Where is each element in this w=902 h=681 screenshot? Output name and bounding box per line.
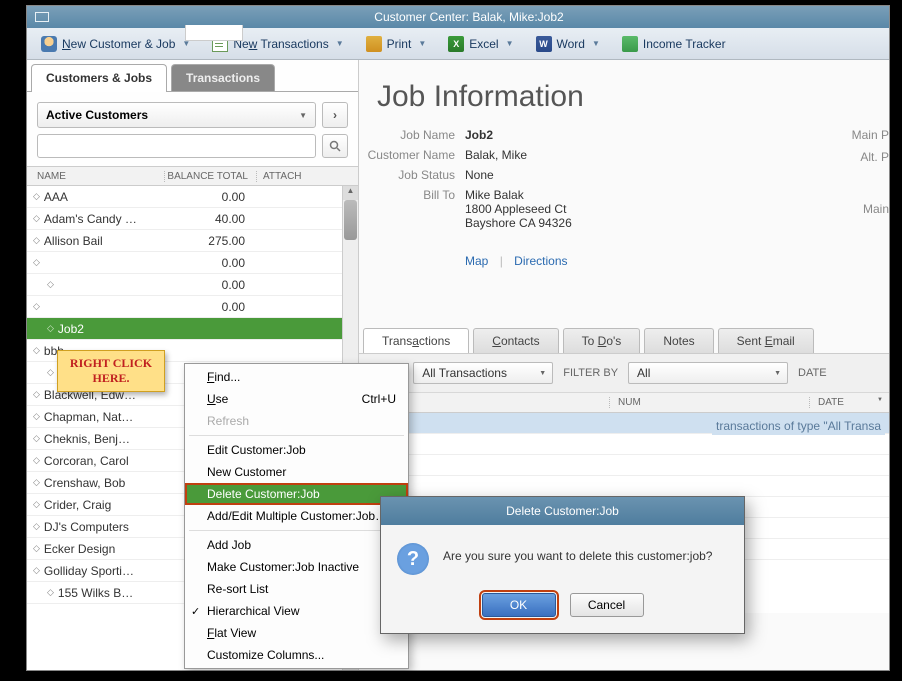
directions-link[interactable]: Directions (514, 254, 567, 268)
tx-grid-header: TYPE NUM DATE (359, 393, 889, 413)
menu-item[interactable]: Add Job (185, 534, 408, 556)
chevron-down-icon: ▼ (592, 39, 600, 48)
dialog-title: Delete Customer:Job (381, 497, 744, 525)
customer-filter-select[interactable]: Active Customers (37, 102, 316, 128)
context-menu: Find...UseCtrl+URefresh Edit Customer:Job… (184, 363, 409, 669)
excel-button[interactable]: X Excel ▼ (444, 34, 517, 54)
menu-item[interactable]: Re-sort List (185, 578, 408, 600)
value-job-status: None (465, 168, 494, 182)
menu-item[interactable]: New Customer (185, 461, 408, 483)
word-icon: W (536, 36, 552, 52)
list-item[interactable]: ◇AAA0.00 (27, 186, 342, 208)
chevron-down-icon: ▼ (418, 39, 426, 48)
menu-item[interactable]: UseCtrl+U (185, 388, 408, 410)
menu-item[interactable]: Find... (185, 366, 408, 388)
map-links: Map | Directions (359, 236, 889, 268)
chevron-down-icon: ▼ (506, 39, 514, 48)
label-job-status: Job Status (359, 168, 465, 182)
menu-separator (189, 530, 404, 531)
date-label: DATE (798, 367, 827, 379)
value-bill-to: Mike Balak 1800 Appleseed Ct Bayshore CA… (465, 188, 572, 230)
cancel-button[interactable]: Cancel (570, 593, 644, 617)
menu-item: Refresh (185, 410, 408, 432)
col-name[interactable]: NAME (37, 171, 165, 182)
new-customer-job-button[interactable]: New Customer & Job ▼ (37, 34, 194, 54)
list-item[interactable]: ◇0.00 (27, 274, 342, 296)
question-icon: ? (397, 543, 429, 575)
info-right-labels: Main P Alt. P Main (852, 128, 889, 224)
no-data-message: transactions of type "All Transa (712, 417, 885, 435)
menu-item[interactable]: ✓Hierarchical View (185, 600, 408, 622)
label-customer-name: Customer Name (359, 148, 465, 162)
tab-contacts[interactable]: Contacts (473, 328, 558, 353)
tab-transactions-lower[interactable]: Transactions (363, 328, 469, 353)
lower-tabs: Transactions Contacts To Do's Notes Sent… (359, 328, 889, 354)
col-attach[interactable]: ATTACH (257, 171, 358, 182)
search-row (27, 134, 358, 166)
tab-customers-jobs[interactable]: Customers & Jobs (31, 64, 167, 92)
list-item[interactable]: ◇0.00 (27, 252, 342, 274)
page-title: Job Information (359, 60, 889, 128)
menu-item[interactable]: Flat View (185, 622, 408, 644)
filter-by-label: FILTER BY (563, 367, 618, 379)
menu-item[interactable]: Add/Edit Multiple Customer:Job… (185, 505, 408, 527)
list-item[interactable]: ◇0.00 (27, 296, 342, 318)
list-item[interactable]: ◇Allison Bail275.00 (27, 230, 342, 252)
print-button[interactable]: Print ▼ (362, 34, 431, 54)
filter-by-select[interactable]: All (628, 362, 788, 384)
print-icon (366, 36, 382, 52)
label-job-name: Job Name (359, 128, 465, 142)
menu-item[interactable]: Edit Customer:Job (185, 439, 408, 461)
scroll-up-icon[interactable]: ▲ (343, 186, 358, 200)
search-input[interactable] (37, 134, 316, 158)
menu-item[interactable]: Make Customer:Job Inactive (185, 556, 408, 578)
excel-icon: X (448, 36, 464, 52)
map-link[interactable]: Map (465, 254, 488, 268)
table-row[interactable] (359, 455, 889, 476)
filter-expand-button[interactable]: › (322, 102, 348, 128)
col-balance[interactable]: BALANCE TOTAL (165, 171, 257, 182)
txcol-num[interactable]: NUM (609, 397, 809, 408)
dialog-body: ? Are you sure you want to delete this c… (381, 525, 744, 585)
tab-transactions[interactable]: Transactions (171, 64, 275, 92)
right-click-callout: RIGHT CLICK HERE. (57, 350, 165, 392)
list-item[interactable]: ◇Job2 (27, 318, 342, 340)
word-button[interactable]: W Word ▼ (532, 34, 604, 54)
ok-button[interactable]: OK (482, 593, 556, 617)
value-job-name: Job2 (465, 128, 493, 142)
label-bill-to: Bill To (359, 188, 465, 230)
menu-separator (189, 435, 404, 436)
search-icon (329, 140, 341, 152)
table-row[interactable] (359, 476, 889, 497)
list-item[interactable]: ◇Adam's Candy …40.00 (27, 208, 342, 230)
table-row[interactable] (359, 434, 889, 455)
system-menu-icon[interactable] (35, 12, 49, 22)
tab-notes[interactable]: Notes (644, 328, 713, 353)
grid-header: NAME BALANCE TOTAL ATTACH (27, 166, 358, 186)
scroll-thumb[interactable] (344, 200, 357, 240)
txcol-date[interactable]: DATE (809, 397, 889, 408)
tab-underhang (185, 25, 243, 41)
income-tracker-icon (622, 36, 638, 52)
dialog-message: Are you sure you want to delete this cus… (443, 543, 712, 563)
search-button[interactable] (322, 134, 348, 158)
menu-item[interactable]: Customize Columns... (185, 644, 408, 666)
show-select[interactable]: All Transactions (413, 362, 553, 384)
panel-tabs: Customers & Jobs Transactions (27, 64, 358, 92)
person-icon (41, 36, 57, 52)
income-tracker-button[interactable]: Income Tracker (618, 34, 730, 54)
filter-row: Active Customers › (27, 91, 358, 134)
tab-sent-email[interactable]: Sent Email (718, 328, 814, 353)
delete-dialog: Delete Customer:Job ? Are you sure you w… (380, 496, 745, 634)
titlebar: Customer Center: Balak, Mike:Job2 (27, 6, 889, 28)
dialog-buttons: OK Cancel (381, 585, 744, 633)
chevron-down-icon: ▼ (336, 39, 344, 48)
menu-item[interactable]: Delete Customer:Job (185, 483, 408, 505)
tab-todos[interactable]: To Do's (563, 328, 641, 353)
value-customer-name: Balak, Mike (465, 148, 527, 162)
window-title: Customer Center: Balak, Mike:Job2 (57, 10, 881, 24)
toolbar: New Customer & Job ▼ New Transactions ▼ … (27, 28, 889, 60)
tx-filter-bar: SHOW All Transactions FILTER BY All DATE (359, 354, 889, 393)
